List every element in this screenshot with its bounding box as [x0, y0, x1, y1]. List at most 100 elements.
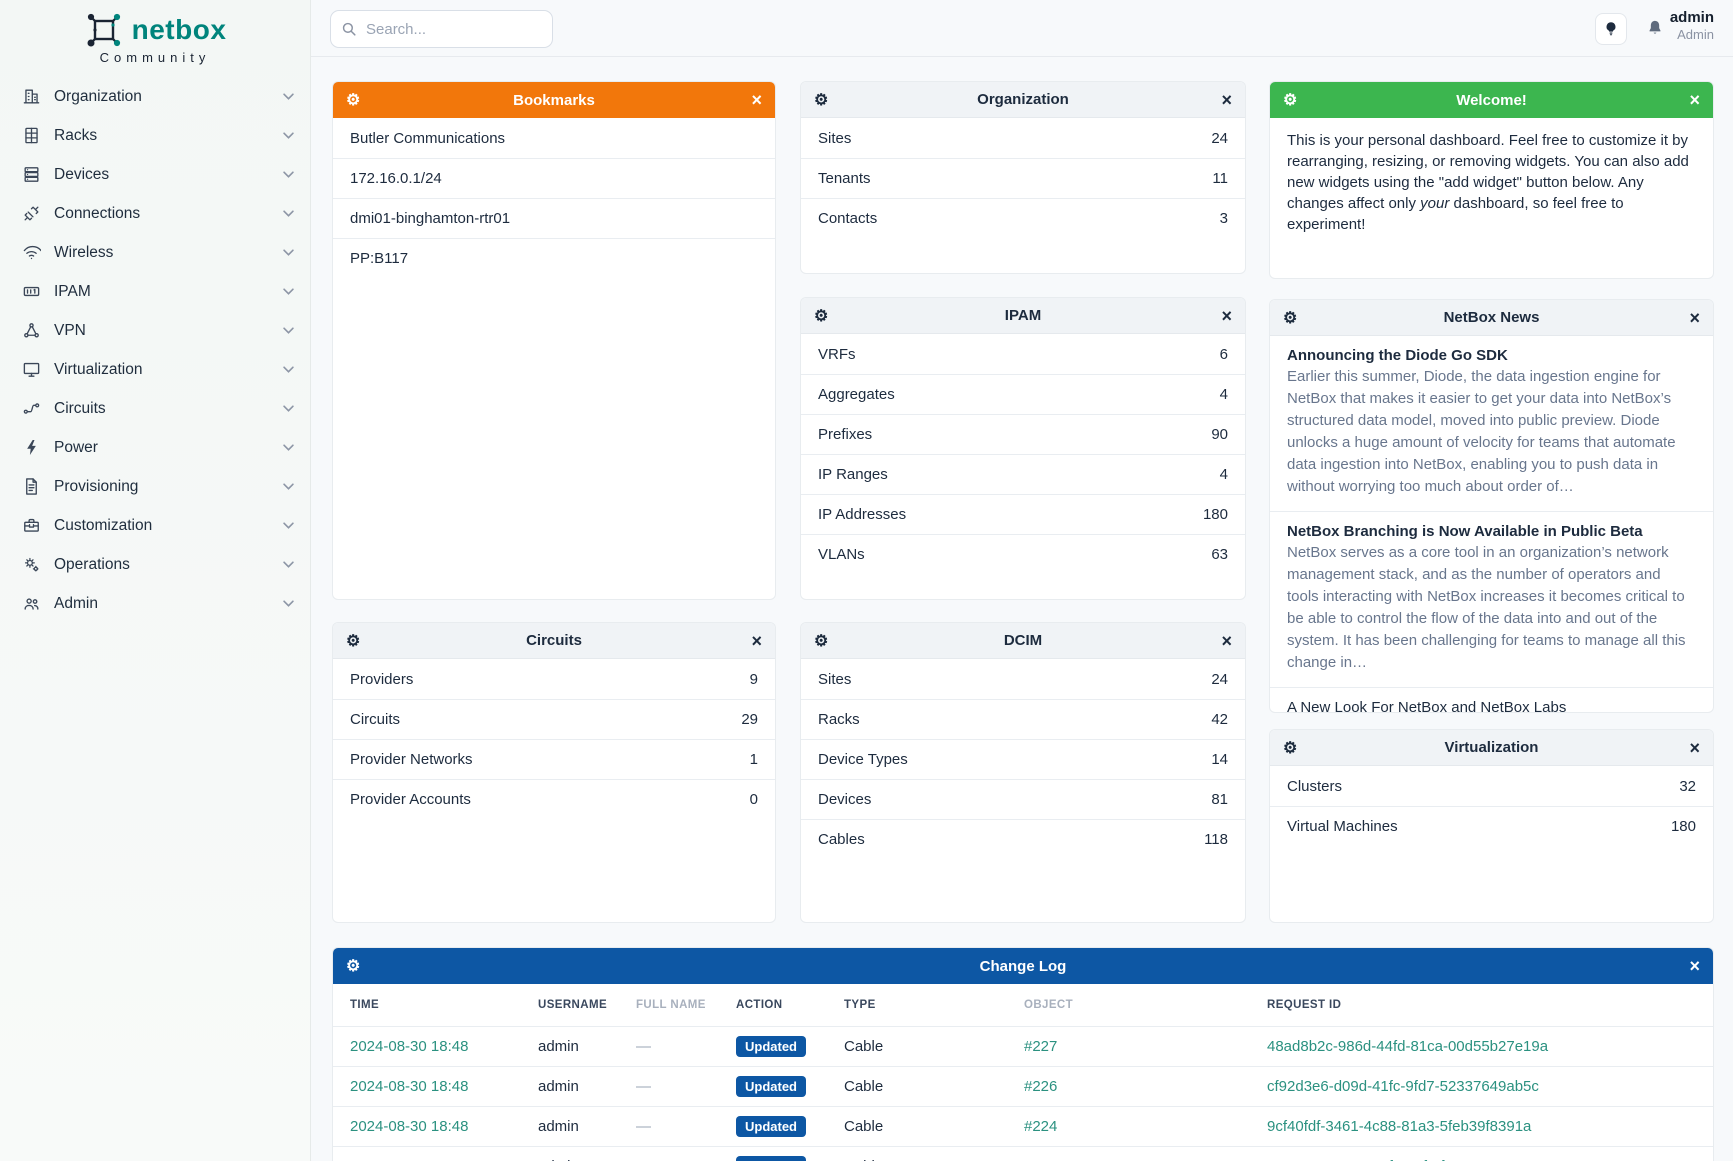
chevron-down-icon [283, 522, 294, 529]
changelog-request-id-link[interactable]: cf92d3e6-d09d-41fc-9fd7-52337649ab5c [1267, 1078, 1713, 1095]
brand-subtitle: Community [0, 50, 310, 65]
column-header[interactable]: FULL NAME [636, 999, 736, 1011]
widget-config-gear-icon[interactable]: ⚙ [346, 82, 360, 118]
changelog-fullname: — [636, 1038, 736, 1055]
netbox-logo[interactable]: netbox [0, 0, 310, 48]
sidebar-item-vpn[interactable]: VPN [0, 311, 310, 350]
widget-virtualization: ⚙ Virtualization × Clusters32 Virtual Ma… [1269, 729, 1714, 923]
chevron-down-icon [283, 561, 294, 568]
stat-row: Provider Networks1 [333, 739, 775, 779]
widget-title: Change Log [980, 958, 1067, 975]
widget-close-icon[interactable]: × [1689, 300, 1700, 336]
virtualization-icon [22, 360, 41, 379]
changelog-header-row: TIME USERNAME FULL NAME ACTION TYPE OBJE… [333, 984, 1713, 1026]
chevron-down-icon [283, 132, 294, 139]
sidebar-item-virtualization[interactable]: Virtualization [0, 350, 310, 389]
widget-config-gear-icon[interactable]: ⚙ [346, 948, 360, 984]
bookmark-item[interactable]: Butler Communications [333, 118, 775, 158]
stat-row: Tenants11 [801, 158, 1245, 198]
column-header[interactable]: TYPE [844, 999, 1024, 1011]
column-header[interactable]: OBJECT [1024, 999, 1267, 1011]
changelog-object-link[interactable]: #227 [1024, 1038, 1267, 1055]
sidebar-nav: Organization Racks Devices Connections W… [0, 77, 310, 623]
organization-icon [22, 87, 41, 106]
changelog-fullname: — [636, 1118, 736, 1135]
devices-icon [22, 165, 41, 184]
widget-close-icon[interactable]: × [1689, 82, 1700, 118]
sidebar-item-label: IPAM [54, 283, 283, 301]
column-header[interactable]: TIME [350, 999, 538, 1011]
sidebar-item-label: Power [54, 439, 283, 457]
vpn-icon [22, 321, 41, 340]
stat-row: Prefixes90 [801, 414, 1245, 454]
sidebar-item-ipam[interactable]: IPAM [0, 272, 310, 311]
stat-row: Circuits29 [333, 699, 775, 739]
widget-close-icon[interactable]: × [1689, 730, 1700, 766]
widget-close-icon[interactable]: × [751, 623, 762, 659]
widget-config-gear-icon[interactable]: ⚙ [814, 82, 828, 118]
changelog-time-link[interactable]: 2024-08-30 18:48 [350, 1078, 538, 1095]
changelog-time-link[interactable]: 2024-08-30 18:48 [350, 1038, 538, 1055]
news-item-body: Earlier this summer, Diode, the data ing… [1287, 366, 1696, 498]
changelog-request-id-link[interactable]: 48ad8b2c-986d-44fd-81ca-00d55b27e19a [1267, 1038, 1713, 1055]
sidebar-item-connections[interactable]: Connections [0, 194, 310, 233]
widget-config-gear-icon[interactable]: ⚙ [814, 623, 828, 659]
stat-row: IP Ranges4 [801, 454, 1245, 494]
sidebar-item-provisioning[interactable]: Provisioning [0, 467, 310, 506]
changelog-time-link[interactable]: 2024-08-30 18:48 [350, 1118, 538, 1135]
changelog-request-id-link[interactable]: 9cf40fdf-3461-4c88-81a3-5feb39f8391a [1267, 1118, 1713, 1135]
widget-title: Welcome! [1456, 92, 1527, 109]
news-item-title[interactable]: Announcing the Diode Go SDK [1287, 347, 1696, 364]
news-item-title[interactable]: A New Look For NetBox and NetBox Labs [1287, 699, 1696, 713]
widget-close-icon[interactable]: × [751, 82, 762, 118]
stat-row: Device Types14 [801, 739, 1245, 779]
widget-config-gear-icon[interactable]: ⚙ [814, 298, 828, 334]
widget-organization: ⚙ Organization × Sites24 Tenants11 Conta… [800, 81, 1246, 274]
widget-welcome: ⚙ Welcome! × This is your personal dashb… [1269, 81, 1714, 279]
widget-config-gear-icon[interactable]: ⚙ [1283, 730, 1297, 766]
changelog-type: Cable [844, 1118, 1024, 1135]
chevron-down-icon [283, 210, 294, 217]
sidebar-item-circuits[interactable]: Circuits [0, 389, 310, 428]
sidebar-item-organization[interactable]: Organization [0, 77, 310, 116]
changelog-object-link[interactable]: #224 [1024, 1118, 1267, 1135]
widget-config-gear-icon[interactable]: ⚙ [1283, 82, 1297, 118]
stat-row: Cables118 [801, 819, 1245, 859]
sidebar-item-customization[interactable]: Customization [0, 506, 310, 545]
changelog-action: Updated [736, 1036, 844, 1057]
sidebar-item-admin[interactable]: Admin [0, 584, 310, 623]
widget-config-gear-icon[interactable]: ⚙ [1283, 300, 1297, 336]
stat-row: VRFs6 [801, 334, 1245, 374]
changelog-type: Cable [844, 1038, 1024, 1055]
sidebar-item-label: Admin [54, 595, 283, 613]
sidebar-item-wireless[interactable]: Wireless [0, 233, 310, 272]
column-header[interactable]: REQUEST ID [1267, 999, 1713, 1011]
stat-row: Contacts3 [801, 198, 1245, 238]
widget-close-icon[interactable]: × [1221, 298, 1232, 334]
widget-close-icon[interactable]: × [1221, 82, 1232, 118]
sidebar-item-label: Wireless [54, 244, 283, 262]
sidebar-item-power[interactable]: Power [0, 428, 310, 467]
widget-config-gear-icon[interactable]: ⚙ [346, 623, 360, 659]
bookmark-item[interactable]: dmi01-binghamton-rtr01 [333, 198, 775, 238]
changelog-object-link[interactable]: #226 [1024, 1078, 1267, 1095]
sidebar-item-label: Organization [54, 88, 283, 106]
sidebar-item-racks[interactable]: Racks [0, 116, 310, 155]
column-header[interactable]: USERNAME [538, 999, 636, 1011]
sidebar-item-label: Provisioning [54, 478, 283, 496]
sidebar-item-devices[interactable]: Devices [0, 155, 310, 194]
sidebar-item-operations[interactable]: Operations [0, 545, 310, 584]
customization-icon [22, 516, 41, 535]
column-header[interactable]: ACTION [736, 999, 844, 1011]
stat-row: Providers9 [333, 659, 775, 699]
bookmark-item[interactable]: 172.16.0.1/24 [333, 158, 775, 198]
news-item-title[interactable]: NetBox Branching is Now Available in Pub… [1287, 523, 1696, 540]
chevron-down-icon [283, 171, 294, 178]
widget-title: DCIM [1004, 632, 1042, 649]
status-badge: Updated [736, 1156, 806, 1161]
widget-close-icon[interactable]: × [1689, 948, 1700, 984]
widget-close-icon[interactable]: × [1221, 623, 1232, 659]
changelog-type: Cable [844, 1078, 1024, 1095]
stat-row: Racks42 [801, 699, 1245, 739]
bookmark-item[interactable]: PP:B117 [333, 238, 775, 278]
